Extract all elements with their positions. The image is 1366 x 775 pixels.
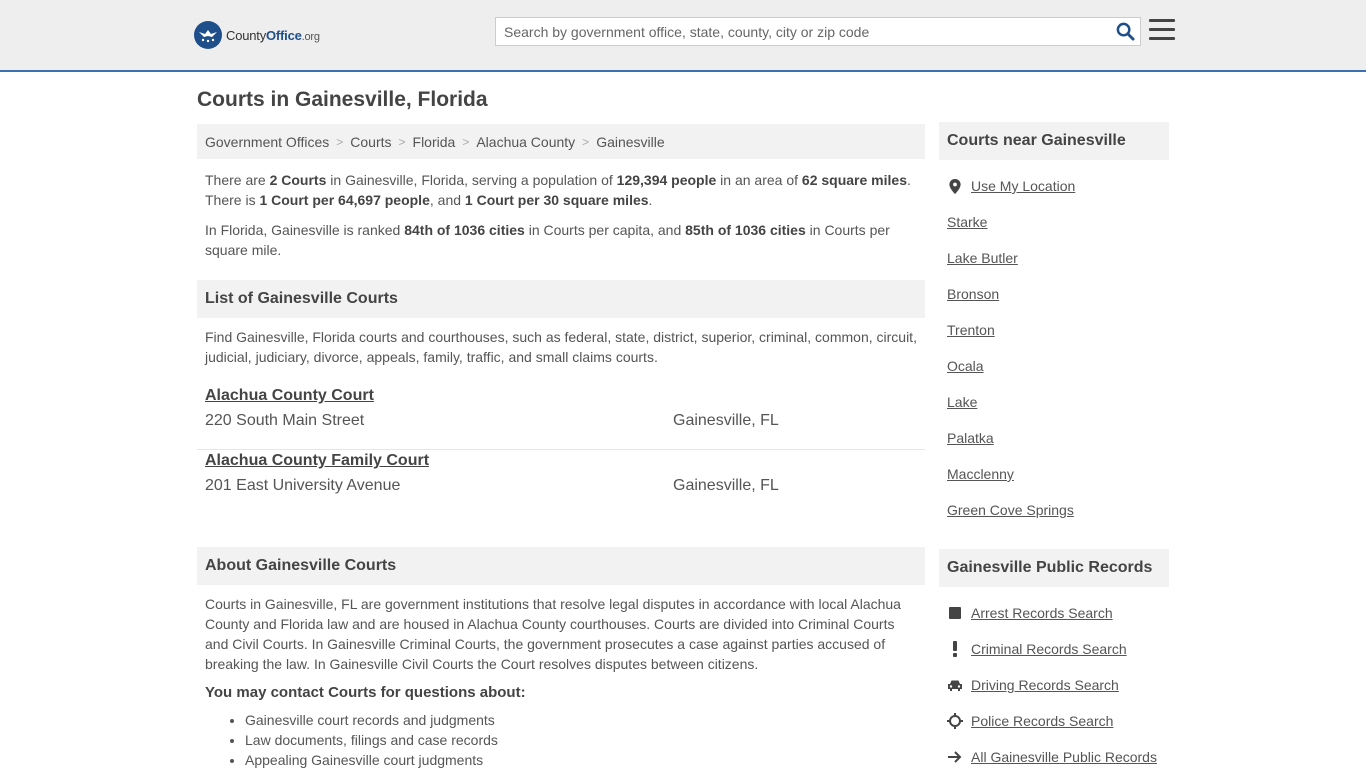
sidebar-item-city: Trenton — [939, 312, 1169, 348]
search-button[interactable] — [1110, 18, 1140, 45]
search-icon — [1116, 22, 1135, 41]
court-list: Alachua County Court 220 South Main Stre… — [197, 385, 925, 515]
list-section-heading: List of Gainesville Courts — [197, 280, 925, 318]
about-section-heading: About Gainesville Courts — [197, 547, 925, 585]
public-records-list: Arrest Records Search Criminal Records S… — [939, 595, 1169, 775]
exclamation-icon — [947, 641, 963, 657]
nearby-city-link[interactable]: Macclenny — [947, 466, 1014, 482]
contact-list-item: Gainesville court records and judgments — [245, 710, 925, 730]
nearby-city-link[interactable]: Lake Butler — [947, 250, 1018, 266]
search-bar — [495, 17, 1141, 46]
sidebar-item-city: Ocala — [939, 348, 1169, 384]
sidebar-public-records: Gainesville Public Records Arrest Record… — [939, 549, 1169, 775]
main-content: Government Offices > Courts > Florida > … — [197, 124, 925, 770]
court-name-link[interactable]: Alachua County Family Court — [205, 452, 429, 470]
arrow-right-icon — [947, 749, 963, 765]
site-header: CountyOffice.org — [0, 0, 1366, 72]
crosshair-icon — [947, 713, 963, 729]
all-public-records-link[interactable]: All Gainesville Public Records — [971, 749, 1157, 765]
map-pin-icon — [947, 178, 963, 194]
nearby-courts-heading: Courts near Gainesville — [939, 122, 1169, 160]
court-city: Gainesville, FL — [673, 477, 779, 494]
sidebar-item-city: Lake — [939, 384, 1169, 420]
chevron-right-icon: > — [336, 134, 344, 149]
about-section-text: Courts in Gainesville, FL are government… — [205, 596, 901, 672]
court-list-item: Alachua County Family Court 201 East Uni… — [197, 450, 925, 515]
square-icon — [947, 605, 963, 621]
nearby-city-link[interactable]: Bronson — [947, 286, 999, 302]
eagle-seal-icon — [194, 21, 222, 49]
nearby-city-link[interactable]: Starke — [947, 214, 987, 230]
sidebar-item-city: Green Cove Springs — [939, 492, 1169, 528]
chevron-right-icon: > — [462, 134, 470, 149]
sidebar-item-arrest-records: Arrest Records Search — [939, 595, 1169, 631]
nearby-city-link[interactable]: Ocala — [947, 358, 984, 374]
sidebar-item-driving-records: Driving Records Search — [939, 667, 1169, 703]
public-records-heading: Gainesville Public Records — [939, 549, 1169, 587]
arrest-records-link[interactable]: Arrest Records Search — [971, 605, 1113, 621]
list-section-description: Find Gainesville, Florida courts and cou… — [205, 329, 917, 365]
court-list-item: Alachua County Court 220 South Main Stre… — [197, 385, 925, 450]
sidebar-item-city: Macclenny — [939, 456, 1169, 492]
breadcrumb-gainesville[interactable]: Gainesville — [596, 134, 664, 150]
contact-list-item: Appealing Gainesville court judgments — [245, 750, 925, 770]
breadcrumb: Government Offices > Courts > Florida > … — [197, 124, 925, 159]
breadcrumb-government-offices[interactable]: Government Offices — [205, 134, 329, 150]
court-name-link[interactable]: Alachua County Court — [205, 387, 374, 405]
contact-list: Gainesville court records and judgments … — [197, 710, 925, 770]
nearby-city-link[interactable]: Trenton — [947, 322, 995, 338]
criminal-records-link[interactable]: Criminal Records Search — [971, 641, 1127, 657]
chevron-right-icon: > — [398, 134, 406, 149]
sidebar-item-city: Palatka — [939, 420, 1169, 456]
sidebar-item-city: Bronson — [939, 276, 1169, 312]
driving-records-link[interactable]: Driving Records Search — [971, 677, 1119, 693]
breadcrumb-courts[interactable]: Courts — [350, 134, 391, 150]
car-icon — [947, 677, 963, 693]
court-city: Gainesville, FL — [673, 412, 779, 429]
court-address: 201 East University Avenue — [205, 477, 401, 494]
search-input[interactable] — [496, 18, 1110, 45]
logo-wordmark: CountyOffice.org — [226, 27, 320, 43]
contact-heading: You may contact Courts for questions abo… — [205, 684, 526, 701]
court-address: 220 South Main Street — [205, 412, 365, 429]
site-logo[interactable]: CountyOffice.org — [194, 21, 320, 49]
intro-stats: There are 2 Courts in Gainesville, Flori… — [205, 172, 911, 208]
sidebar-item-use-location: Use My Location — [939, 168, 1169, 204]
sidebar-item-police-records: Police Records Search — [939, 703, 1169, 739]
nearby-courts-list: Use My Location Starke Lake Butler Brons… — [939, 168, 1169, 528]
sidebar-nearby-courts: Courts near Gainesville Use My Location … — [939, 122, 1169, 528]
police-records-link[interactable]: Police Records Search — [971, 713, 1113, 729]
contact-list-item: Law documents, filings and case records — [245, 730, 925, 750]
sidebar-item-city: Starke — [939, 204, 1169, 240]
use-my-location-link[interactable]: Use My Location — [971, 178, 1075, 194]
breadcrumb-alachua-county[interactable]: Alachua County — [476, 134, 575, 150]
sidebar-item-city: Lake Butler — [939, 240, 1169, 276]
chevron-right-icon: > — [582, 134, 590, 149]
nearby-city-link[interactable]: Palatka — [947, 430, 994, 446]
breadcrumb-florida[interactable]: Florida — [413, 134, 456, 150]
page-title: Courts in Gainesville, Florida — [197, 88, 488, 111]
intro-ranking: In Florida, Gainesville is ranked 84th o… — [205, 222, 890, 258]
sidebar-item-all-records: All Gainesville Public Records — [939, 739, 1169, 775]
nearby-city-link[interactable]: Lake — [947, 394, 977, 410]
sidebar-item-criminal-records: Criminal Records Search — [939, 631, 1169, 667]
nearby-city-link[interactable]: Green Cove Springs — [947, 502, 1074, 518]
hamburger-menu-icon[interactable] — [1149, 19, 1175, 43]
